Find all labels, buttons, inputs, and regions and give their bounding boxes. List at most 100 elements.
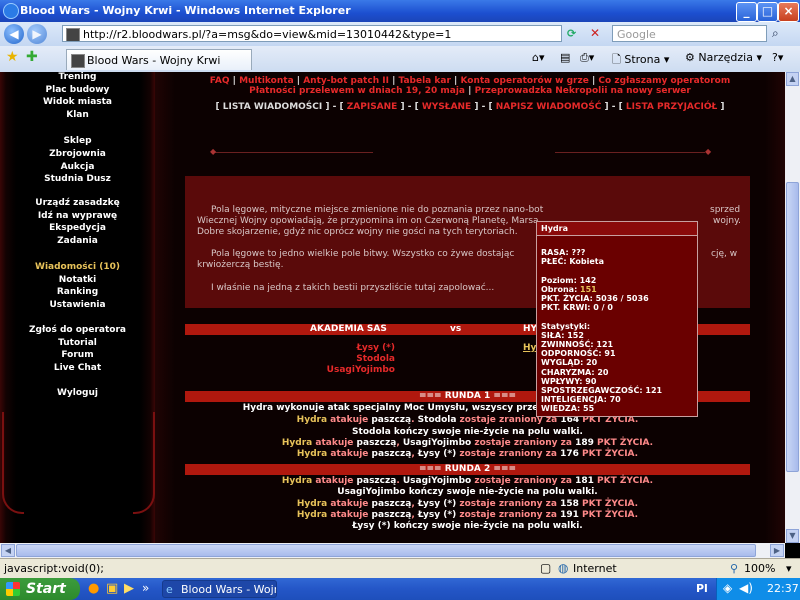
- back-button[interactable]: ◀: [4, 24, 24, 44]
- start-button[interactable]: Start: [0, 578, 80, 600]
- message-nav-link[interactable]: LISTA WIADOMOŚCI: [223, 102, 323, 112]
- address-input[interactable]: http://r2.bloodwars.pl/?a=msg&do=view&mi…: [62, 25, 562, 42]
- announcement-link[interactable]: Konta operatorów w grze: [460, 76, 588, 86]
- help-icon[interactable]: ?▾: [772, 51, 783, 64]
- sidebar-item[interactable]: Idź na wyprawę: [0, 211, 155, 221]
- minimize-button[interactable]: _: [736, 2, 757, 22]
- page-menu[interactable]: 🗋 Strona ▾: [612, 51, 669, 70]
- close-button[interactable]: ×: [778, 2, 799, 22]
- sidebar-item[interactable]: Urządź zasadzkę: [0, 198, 155, 208]
- add-favorite-icon[interactable]: ✚: [26, 49, 38, 65]
- announcement-link[interactable]: Co zgłaszamy operatorom: [598, 76, 730, 86]
- media-quicklaunch-icon[interactable]: ▶: [124, 581, 134, 596]
- battle-text: atakuje: [312, 476, 357, 486]
- sidebar-item[interactable]: Tutorial: [0, 338, 155, 348]
- announcement-link[interactable]: Płatności przelewem w dniach 19, 20 maja: [249, 86, 465, 96]
- sidebar-item[interactable]: Trening: [0, 72, 155, 82]
- address-toolbar: ◀ ▶ http://r2.bloodwars.pl/?a=msg&do=vie…: [0, 22, 800, 46]
- sidebar-item[interactable]: Live Chat: [0, 363, 155, 373]
- clock[interactable]: 22:37: [767, 582, 799, 595]
- scroll-up-button[interactable]: ▲: [786, 72, 799, 86]
- search-icon[interactable]: ⌕: [772, 26, 779, 41]
- battle-text: atakuje: [327, 499, 372, 509]
- team-member[interactable]: UsagiYojimbo: [315, 365, 395, 375]
- page-icon: ▢: [540, 561, 552, 575]
- announcement-link[interactable]: Anty-bot patch II: [303, 76, 389, 86]
- weapon-name: paszczą: [371, 510, 412, 520]
- sidebar-item[interactable]: Klan: [0, 110, 155, 120]
- team-member[interactable]: Stodola: [315, 354, 395, 364]
- sidebar-item[interactable]: Wiadomości (10): [0, 262, 155, 272]
- explorer-quicklaunch-icon[interactable]: ▣: [106, 581, 118, 596]
- tray-network-icon[interactable]: ◈: [723, 581, 732, 595]
- message-nav-link[interactable]: WYSŁANE: [422, 102, 471, 112]
- ornament-diamond-icon: ◆: [210, 147, 217, 156]
- tab-bloodwars[interactable]: Blood Wars - Wojny Krwi: [66, 49, 252, 70]
- tooltip-line: WPŁYWY: 90: [541, 376, 597, 386]
- maximize-button[interactable]: □: [757, 2, 778, 22]
- sidebar-item[interactable]: Forum: [0, 350, 155, 360]
- scroll-right-button[interactable]: ▶: [770, 544, 784, 557]
- scroll-down-button[interactable]: ▼: [786, 529, 799, 543]
- sidebar-item[interactable]: Notatki: [0, 275, 155, 285]
- story-line: sprzed: [710, 205, 741, 215]
- damage-value: 158: [560, 499, 579, 509]
- sidebar-item[interactable]: Ustawienia: [0, 300, 155, 310]
- announcement-link[interactable]: Tabela kar: [399, 76, 451, 86]
- announcement-link[interactable]: Przeprowadzka Nekropolii na nowy serwer: [475, 86, 691, 96]
- taskbar-item-ie[interactable]: e Blood Wars - Wojny K...: [162, 580, 277, 598]
- quicklaunch-expand-icon[interactable]: »: [142, 581, 149, 595]
- language-indicator-icon[interactable]: Pl: [696, 582, 708, 595]
- zoom-dropdown-icon[interactable]: ▾: [786, 562, 792, 575]
- battle-text: atakuje: [312, 438, 357, 448]
- sidebar-item[interactable]: Sklep: [0, 136, 155, 146]
- attacker-name: Hydra: [281, 438, 313, 448]
- team-member[interactable]: Łysy (*): [315, 343, 395, 353]
- tooltip-line: CHARYZMA: 20: [541, 367, 609, 377]
- horizontal-scrollbar[interactable]: ◀ ▶: [0, 543, 785, 558]
- horizontal-scroll-thumb[interactable]: [16, 544, 756, 557]
- home-icon[interactable]: ⌂▾: [532, 51, 545, 64]
- tray-volume-icon[interactable]: ◀): [739, 581, 753, 595]
- zoom-icon[interactable]: ⚲: [730, 562, 738, 575]
- favorites-star-icon[interactable]: ★: [6, 49, 19, 65]
- sidebar-item[interactable]: Aukcja: [0, 162, 155, 172]
- sidebar-item[interactable]: Ranking: [0, 287, 155, 297]
- tab-label: Blood Wars - Wojny Krwi: [87, 54, 221, 67]
- message-nav-link[interactable]: LISTA PRZYJACIÓŁ: [626, 102, 717, 112]
- story-line: cję, w: [711, 249, 738, 259]
- firefox-quicklaunch-icon[interactable]: ●: [88, 581, 99, 596]
- tools-menu[interactable]: ⚙ Narzędzia ▾: [685, 51, 762, 64]
- sidebar-item[interactable]: Zadania: [0, 236, 155, 246]
- feeds-icon[interactable]: ▤: [560, 51, 570, 64]
- story-line: Wiecznej Wojny opowiadają, że przypomina…: [197, 216, 539, 226]
- sidebar-item[interactable]: Wyloguj: [0, 388, 155, 398]
- sidebar-item[interactable]: Zgłoś do operatora: [0, 325, 155, 335]
- stop-icon[interactable]: ✕: [590, 26, 600, 40]
- refresh-icon[interactable]: ⟳: [567, 27, 576, 40]
- vertical-scroll-thumb[interactable]: [786, 182, 799, 472]
- zoom-level[interactable]: 100%: [744, 562, 775, 575]
- forward-button[interactable]: ▶: [27, 24, 47, 44]
- vertical-scrollbar[interactable]: ▲ ▼: [785, 72, 800, 543]
- sidebar-ornament-left: [2, 412, 24, 514]
- announcement-link[interactable]: FAQ: [210, 76, 230, 86]
- sidebar-item[interactable]: Ekspedycja: [0, 223, 155, 233]
- message-nav-link[interactable]: ZAPISANE: [347, 102, 398, 112]
- nav-bracket: ]: [397, 102, 405, 112]
- sidebar-item[interactable]: Plac budowy: [0, 85, 155, 95]
- sidebar-item[interactable]: Studnia Dusz: [0, 174, 155, 184]
- message-nav-link[interactable]: NAPISZ WIADOMOŚĆ: [496, 102, 602, 112]
- announcement-link[interactable]: Multikonta: [239, 76, 294, 86]
- search-input[interactable]: Google: [612, 25, 767, 42]
- sidebar-item[interactable]: Zbrojownia: [0, 149, 155, 159]
- window-titlebar[interactable]: Blood Wars - Wojny Krwi - Windows Intern…: [0, 0, 800, 22]
- scroll-left-button[interactable]: ◀: [1, 544, 15, 557]
- message-nav: [ LISTA WIADOMOŚCI ] - [ ZAPISANE ] - [ …: [155, 102, 785, 112]
- attacker-name: Hydra: [296, 415, 328, 425]
- sidebar-item[interactable]: Widok miasta: [0, 97, 155, 107]
- nav-separator: -: [404, 102, 415, 112]
- story-line: krwiożerczą bestię.: [197, 260, 284, 270]
- print-icon[interactable]: ⎙▾: [580, 51, 594, 65]
- battle-text: atakuje: [327, 449, 372, 459]
